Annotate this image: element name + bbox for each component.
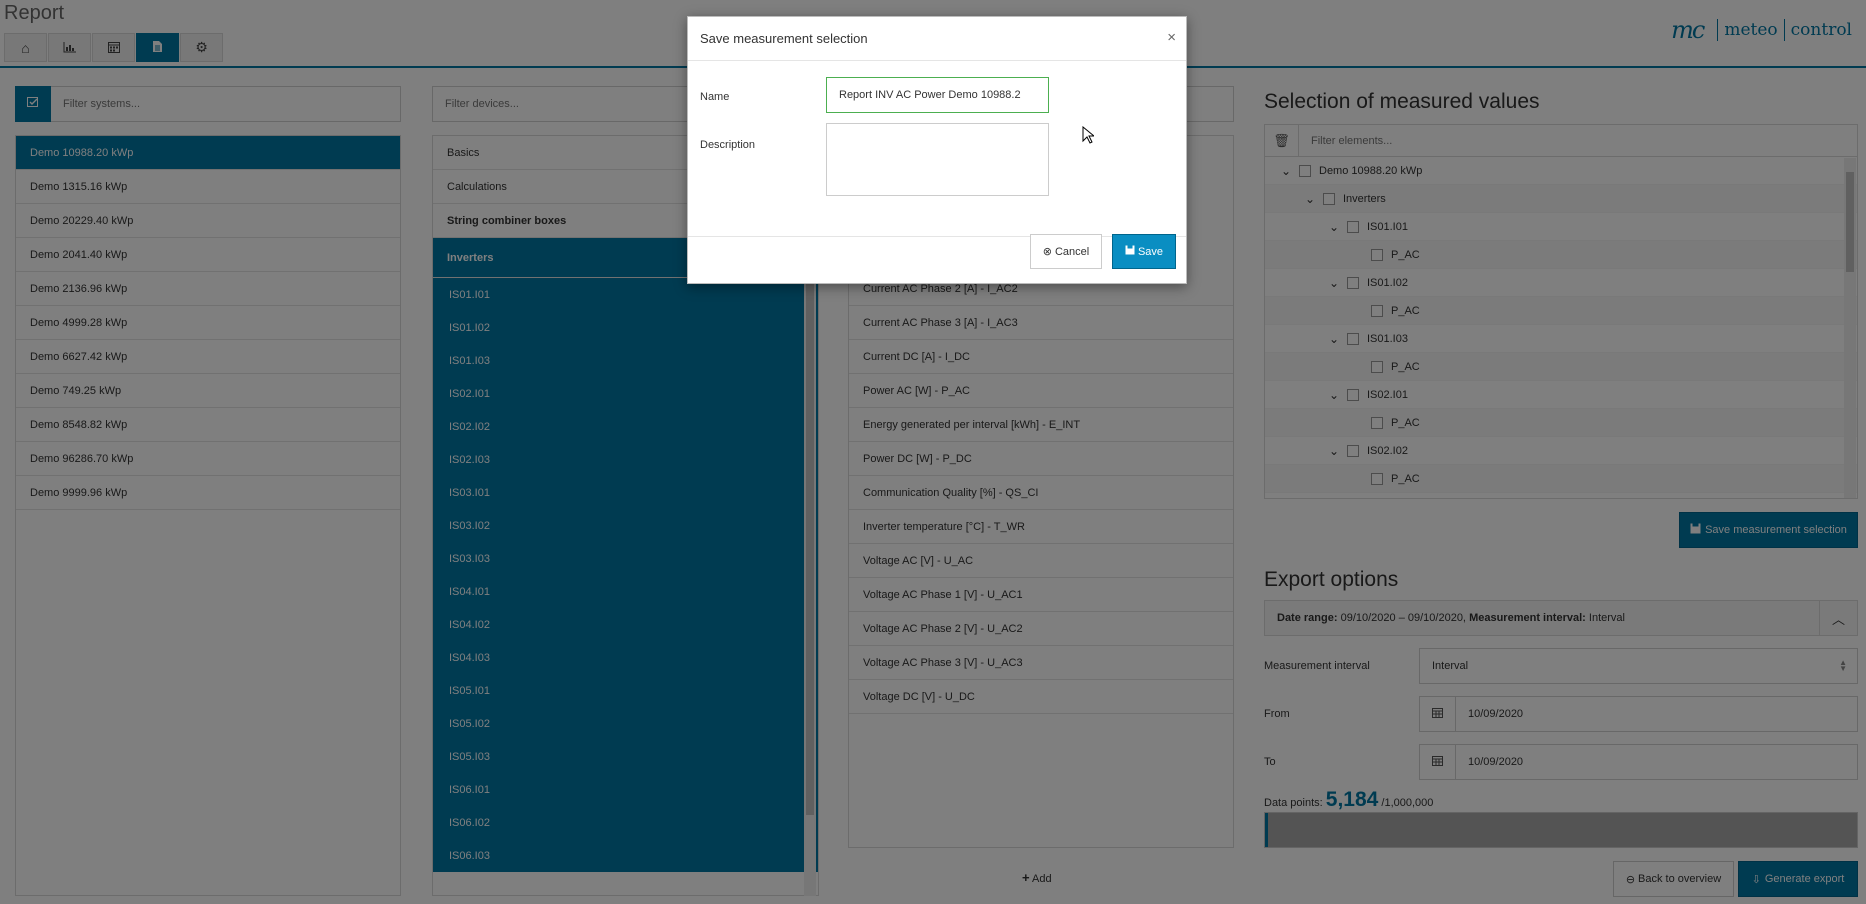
mouse-cursor-icon	[1082, 125, 1096, 147]
name-label: Name	[700, 91, 730, 103]
cancel-button[interactable]: ⊗ Cancel	[1030, 234, 1102, 269]
circle-x-icon: ⊗	[1042, 246, 1052, 258]
description-label: Description	[700, 139, 756, 151]
save-selection-modal: Save measurement selection × Name Descri…	[687, 16, 1187, 284]
floppy-icon	[1125, 245, 1135, 258]
modal-header: Save measurement selection ×	[688, 17, 1186, 61]
description-textarea[interactable]	[826, 123, 1049, 196]
close-icon[interactable]: ×	[1167, 29, 1176, 46]
save-button[interactable]: Save	[1112, 234, 1176, 269]
name-input[interactable]	[826, 77, 1049, 113]
modal-title: Save measurement selection	[700, 31, 868, 46]
save-label: Save	[1137, 245, 1164, 258]
cancel-label: Cancel	[1054, 245, 1090, 258]
